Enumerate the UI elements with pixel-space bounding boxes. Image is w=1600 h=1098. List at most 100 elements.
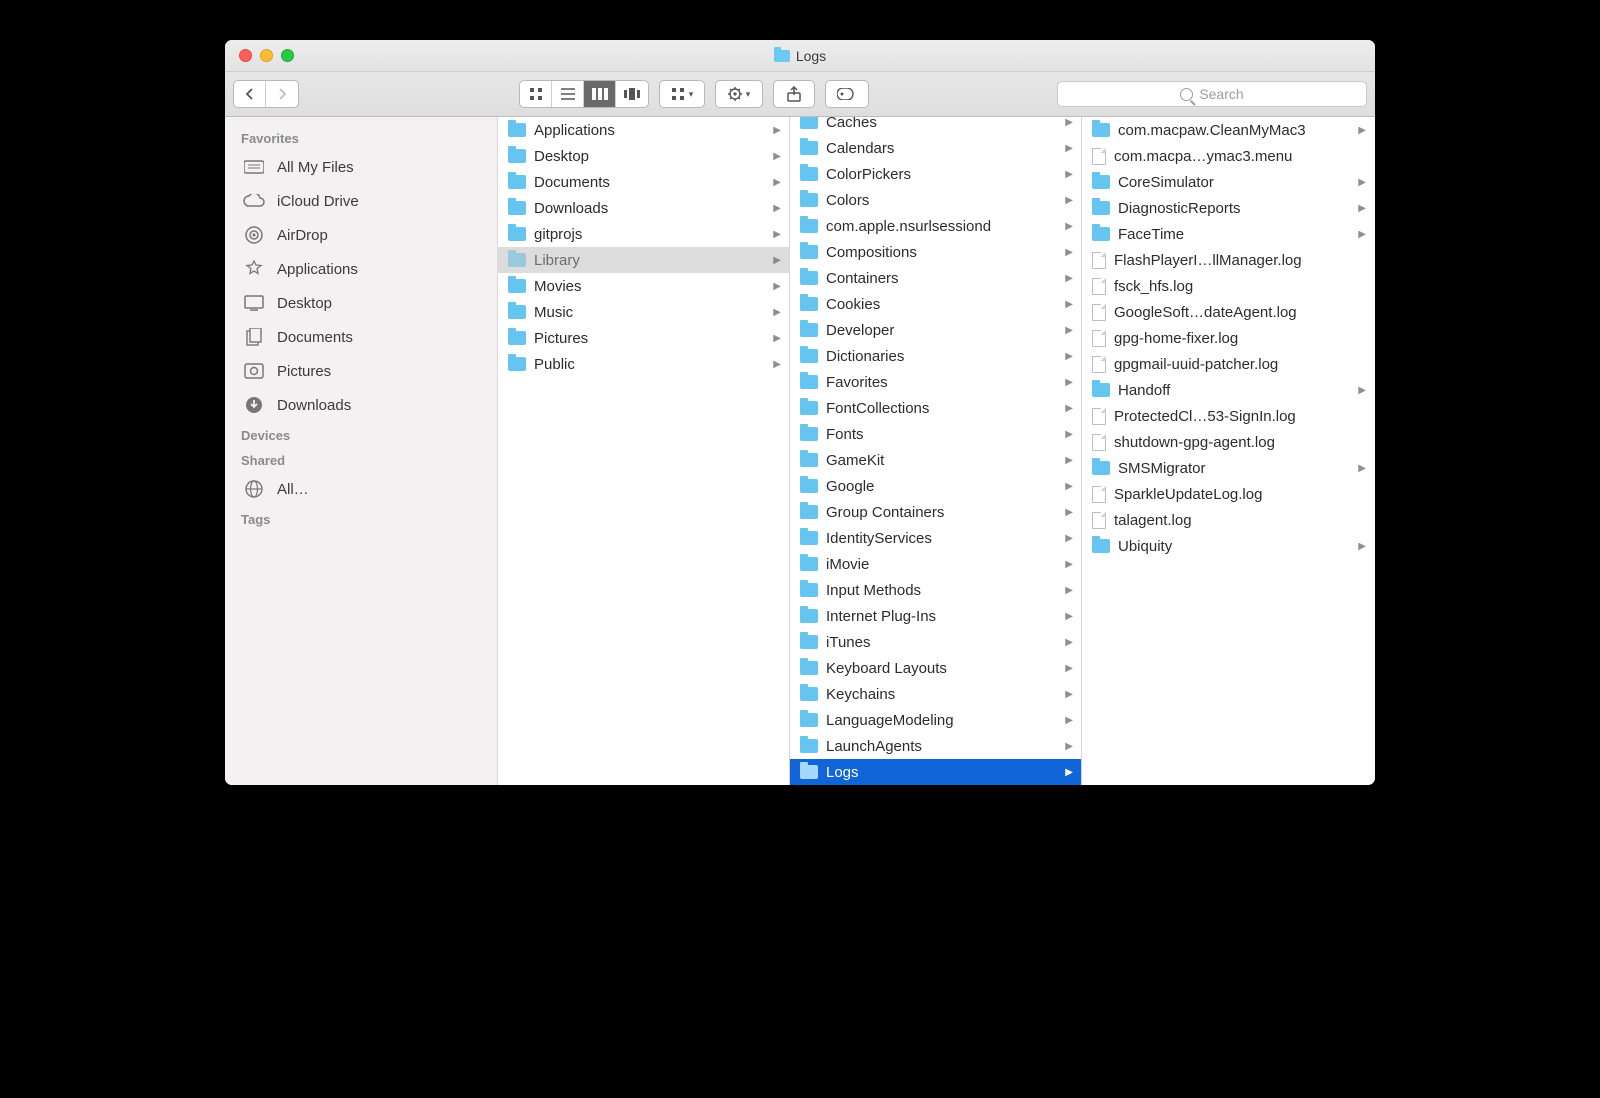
sidebar-item[interactable]: All My Files [225,150,497,184]
column-row[interactable]: com.apple.nsurlsessiond▶ [790,213,1081,239]
folder-icon [800,739,818,753]
column-row[interactable]: FlashPlayerI…llManager.log [1082,247,1374,273]
chevron-right-icon: ▶ [1358,385,1366,396]
column-row[interactable]: iTunes▶ [790,629,1081,655]
sidebar-item[interactable]: All… [225,472,497,506]
column-row[interactable]: Keyboard Layouts▶ [790,655,1081,681]
column-row[interactable]: gpg-home-fixer.log [1082,325,1374,351]
column-row[interactable]: Handoff▶ [1082,377,1374,403]
back-button[interactable] [234,81,266,107]
column-row[interactable]: Public▶ [498,351,789,377]
column-row[interactable]: SMSMigrator▶ [1082,455,1374,481]
chevron-right-icon: ▶ [1065,247,1073,258]
column-row[interactable]: GoogleSoft…dateAgent.log [1082,299,1374,325]
column-row[interactable]: IdentityServices▶ [790,525,1081,551]
column-2[interactable]: com.macpaw.CleanMyMac3▶com.macpa…ymac3.m… [1082,117,1374,785]
sidebar-item[interactable]: Documents [225,320,497,354]
file-icon [1092,252,1106,269]
column-row[interactable]: DiagnosticReports▶ [1082,195,1374,221]
sidebar-section-devices: Devices [225,422,497,447]
column-row[interactable]: Compositions▶ [790,239,1081,265]
column-row[interactable]: Calendars▶ [790,135,1081,161]
sidebar-item[interactable]: Downloads [225,388,497,422]
column-row[interactable]: Group Containers▶ [790,499,1081,525]
column-1[interactable]: Caches▶Calendars▶ColorPickers▶Colors▶com… [790,117,1082,785]
search-field[interactable]: Search [1057,81,1367,107]
row-label: iMovie [826,556,1053,573]
column-row[interactable]: CoreSimulator▶ [1082,169,1374,195]
column-row[interactable]: Movies▶ [498,273,789,299]
column-row[interactable]: Google▶ [790,473,1081,499]
sidebar-item-label: AirDrop [277,227,328,244]
column-row[interactable]: Developer▶ [790,317,1081,343]
column-row[interactable]: GameKit▶ [790,447,1081,473]
arrange-menu[interactable]: ▾ [659,80,705,108]
column-row[interactable]: gitprojs▶ [498,221,789,247]
file-icon [1092,434,1106,451]
column-row[interactable]: Input Methods▶ [790,577,1081,603]
column-row[interactable]: ProtectedCl…53-SignIn.log [1082,403,1374,429]
column-row[interactable]: Applications▶ [498,117,789,143]
column-view-button[interactable] [584,81,616,107]
column-row[interactable]: Downloads▶ [498,195,789,221]
column-row[interactable]: iMovie▶ [790,551,1081,577]
row-label: Cookies [826,296,1053,313]
row-label: shutdown-gpg-agent.log [1114,434,1366,451]
column-row[interactable]: Pictures▶ [498,325,789,351]
row-label: FaceTime [1118,226,1346,243]
row-label: Developer [826,322,1053,339]
folder-icon [800,713,818,727]
sidebar-item[interactable]: Desktop [225,286,497,320]
sidebar-section-tags: Tags [225,506,497,531]
column-row[interactable]: LaunchAgents▶ [790,733,1081,759]
column-row[interactable]: talagent.log [1082,507,1374,533]
column-row[interactable]: gpgmail-uuid-patcher.log [1082,351,1374,377]
column-row[interactable]: Music▶ [498,299,789,325]
tags-button[interactable] [825,80,869,108]
chevron-right-icon: ▶ [773,203,781,214]
action-menu[interactable]: ▾ [715,80,763,108]
column-row[interactable]: Cookies▶ [790,291,1081,317]
column-row[interactable]: Dictionaries▶ [790,343,1081,369]
chevron-right-icon: ▶ [1358,229,1366,240]
column-row[interactable]: FontCollections▶ [790,395,1081,421]
column-row[interactable]: Documents▶ [498,169,789,195]
column-row[interactable]: ColorPickers▶ [790,161,1081,187]
column-row[interactable]: Desktop▶ [498,143,789,169]
window-title: Logs [774,48,826,64]
column-row[interactable]: fsck_hfs.log [1082,273,1374,299]
column-row[interactable]: FaceTime ▶ [1082,221,1374,247]
chevron-right-icon: ▶ [1065,195,1073,206]
close-button[interactable] [239,49,252,62]
minimize-button[interactable] [260,49,273,62]
column-row[interactable]: Library▶ [498,247,789,273]
column-row[interactable]: Logs▶ [790,759,1081,785]
column-row[interactable]: Keychains▶ [790,681,1081,707]
column-row[interactable]: LanguageModeling▶ [790,707,1081,733]
sidebar-item[interactable]: Applications [225,252,497,286]
column-row[interactable]: Favorites▶ [790,369,1081,395]
column-row[interactable]: Internet Plug-Ins▶ [790,603,1081,629]
column-0[interactable]: Applications▶Desktop▶Documents▶Downloads… [498,117,790,785]
column-row[interactable]: SparkleUpdateLog.log [1082,481,1374,507]
forward-button[interactable] [266,81,298,107]
sidebar-item[interactable]: iCloud Drive [225,184,497,218]
column-row[interactable]: Fonts▶ [790,421,1081,447]
icon-view-button[interactable] [520,81,552,107]
zoom-button[interactable] [281,49,294,62]
column-row[interactable]: Colors▶ [790,187,1081,213]
titlebar[interactable]: Logs [225,40,1375,72]
sidebar-item[interactable]: AirDrop [225,218,497,252]
column-row[interactable]: com.macpaw.CleanMyMac3▶ [1082,117,1374,143]
column-row[interactable]: Caches▶ [790,117,1081,135]
list-view-button[interactable] [552,81,584,107]
column-row[interactable]: Containers▶ [790,265,1081,291]
column-row[interactable]: shutdown-gpg-agent.log [1082,429,1374,455]
airdrop-icon [243,225,265,245]
sidebar-item[interactable]: Pictures [225,354,497,388]
row-label: DiagnosticReports [1118,200,1346,217]
coverflow-view-button[interactable] [616,81,648,107]
share-button[interactable] [773,80,815,108]
column-row[interactable]: com.macpa…ymac3.menu [1082,143,1374,169]
column-row[interactable]: Ubiquity▶ [1082,533,1374,559]
